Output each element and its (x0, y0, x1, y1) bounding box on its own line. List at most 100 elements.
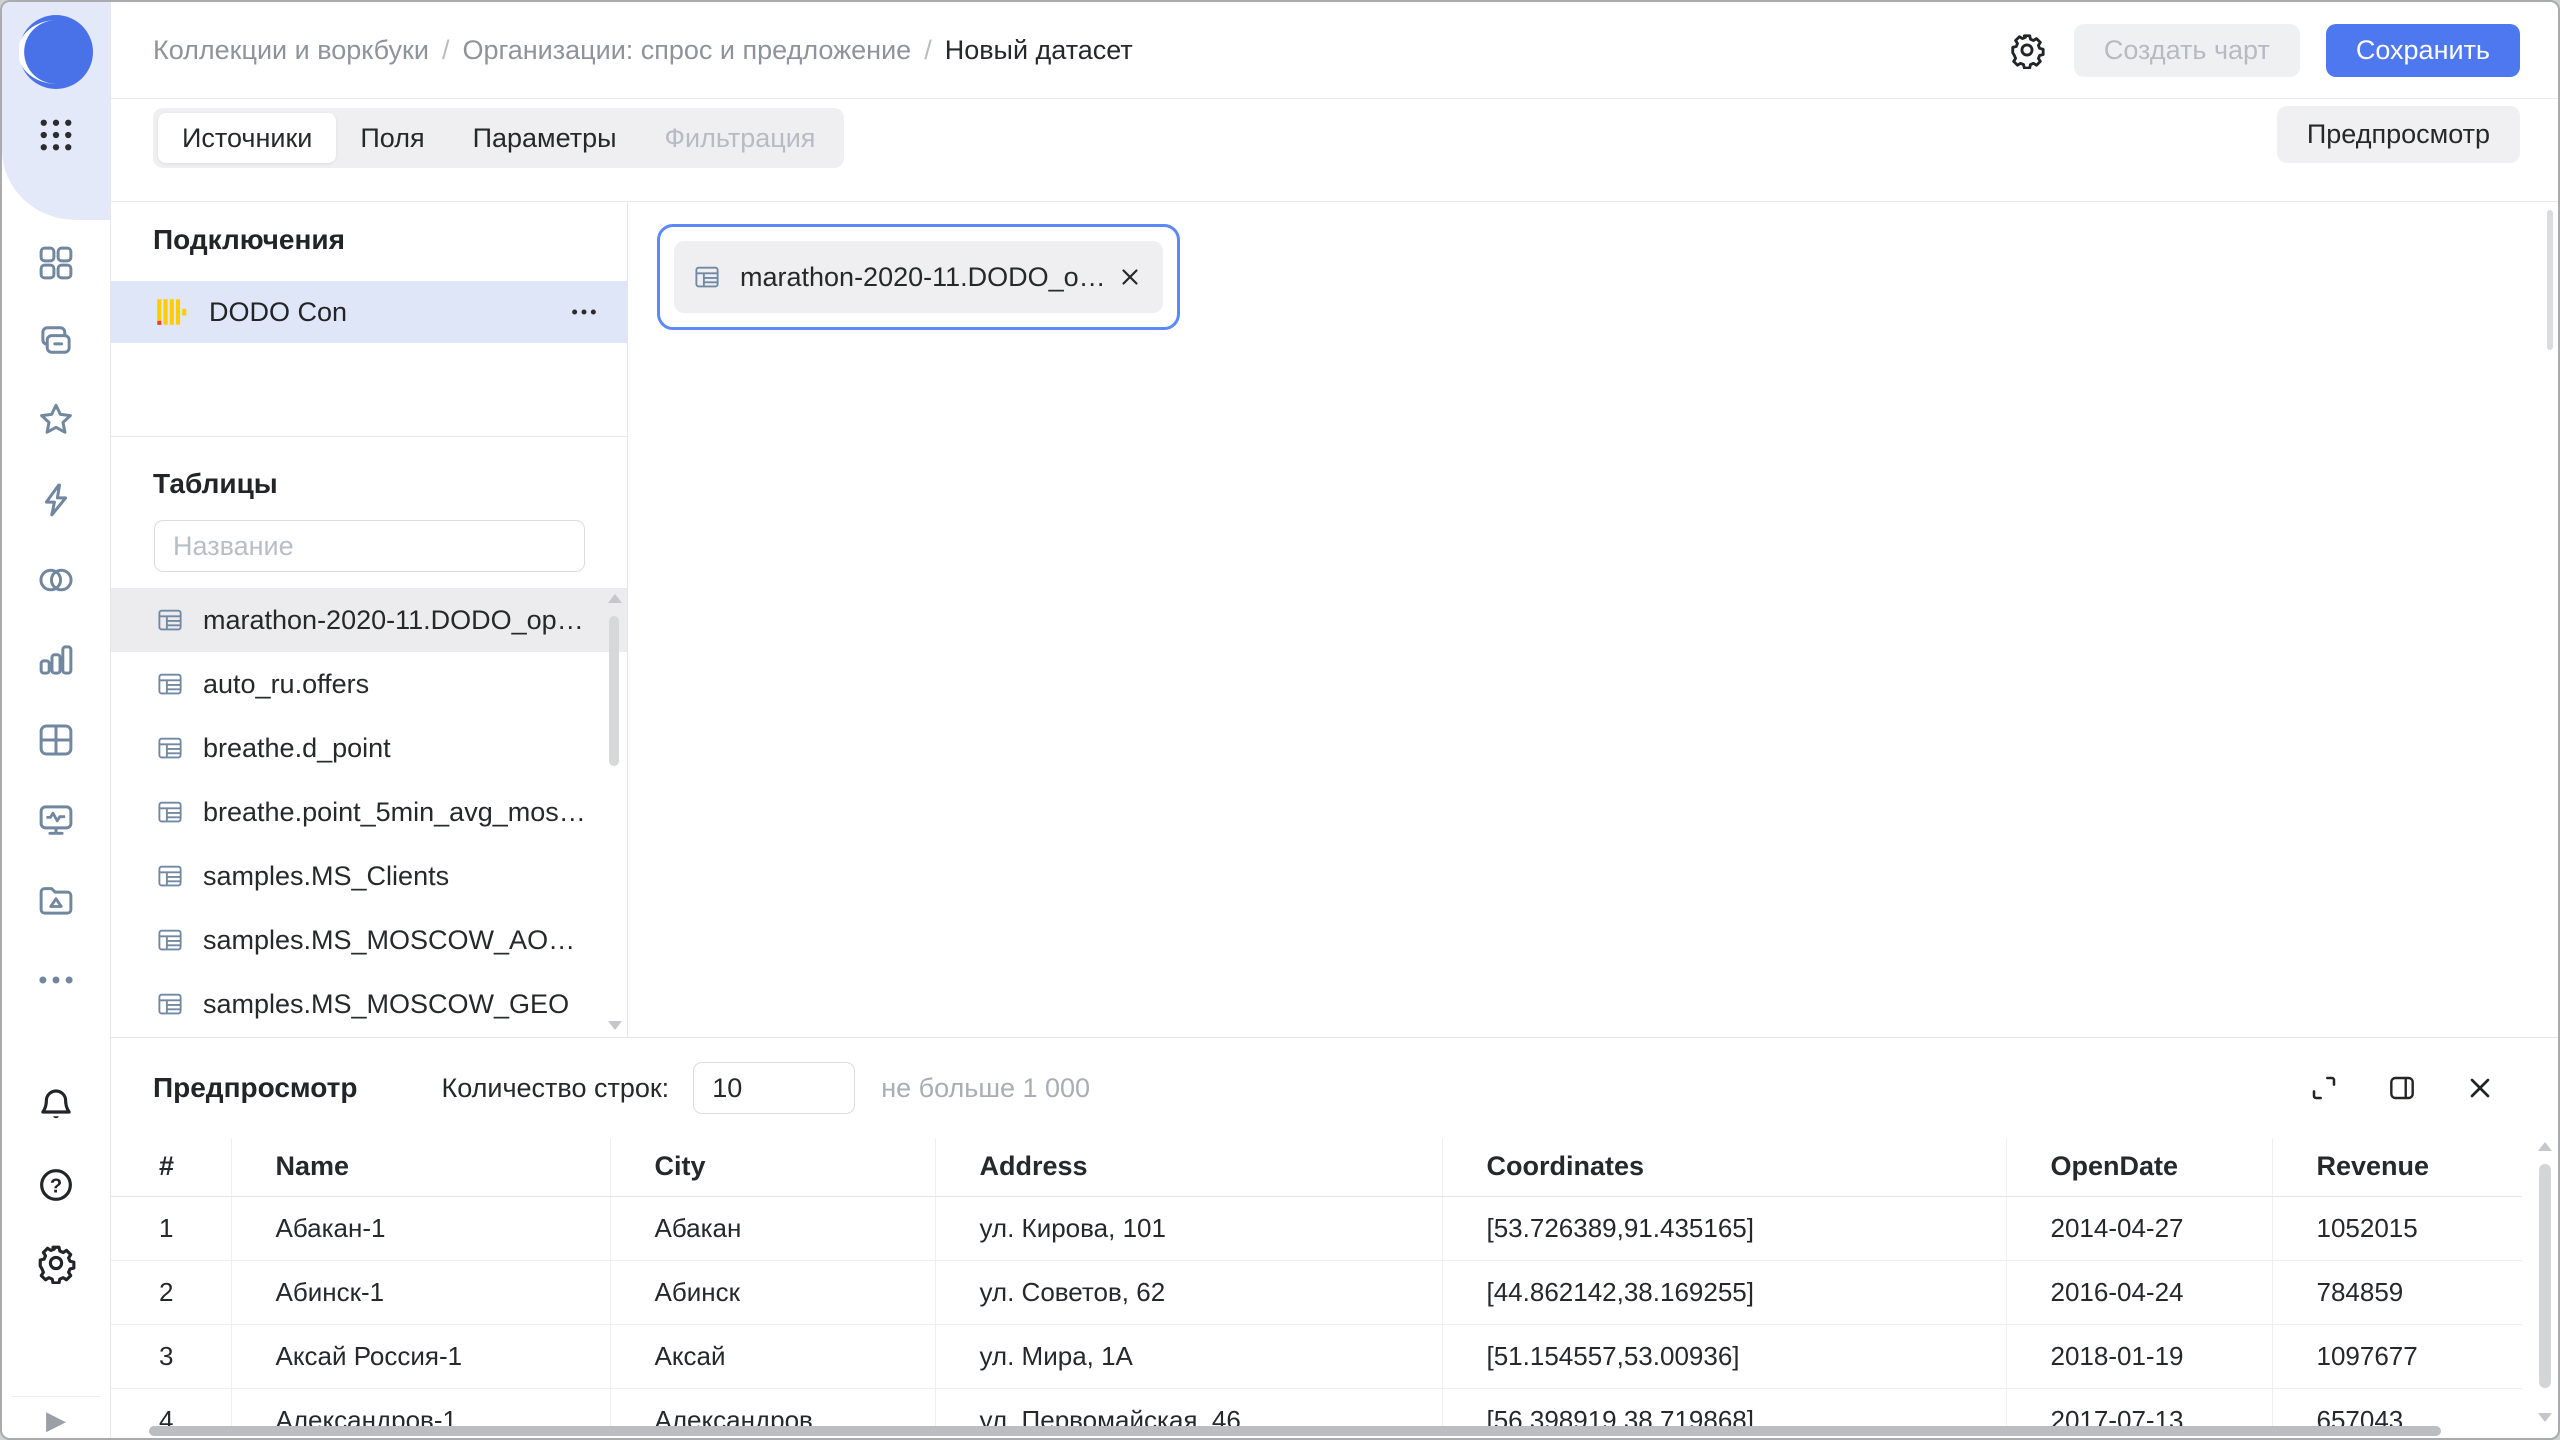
table-list-item-label: breathe.point_5min_avg_mos_… (203, 797, 587, 828)
sources-canvas: marathon-2020-11.DODO_o… (629, 202, 2558, 1037)
table-cell: Аксай (610, 1324, 935, 1388)
table-icon (155, 797, 185, 827)
create-chart-button[interactable]: Создать чарт (2074, 24, 2300, 77)
table-list-item[interactable]: samples.MS_MOSCOW_GEO (111, 972, 627, 1036)
help-icon[interactable] (35, 1164, 77, 1206)
left-rail: ▶ (2, 2, 111, 1438)
save-button[interactable]: Сохранить (2326, 24, 2520, 77)
connection-name: DODO Con (209, 297, 569, 328)
table-cell: 1 (111, 1196, 231, 1260)
table-list-item-label: marathon-2020-11.DODO_ope… (203, 605, 587, 636)
table-cell: 2016-04-24 (2006, 1260, 2272, 1324)
more-ellipsis-icon[interactable] (35, 959, 77, 1001)
breadcrumb-item-1[interactable]: Коллекции и воркбуки (153, 35, 429, 66)
table-search-input[interactable] (154, 520, 585, 572)
settings-gear-icon-rail[interactable] (35, 1242, 77, 1284)
preview-horizontal-scrollbar[interactable] (149, 1426, 2512, 1437)
table-cell: 1097677 (2272, 1324, 2522, 1388)
canvas-scrollbar-thumb[interactable] (2547, 210, 2553, 350)
table-list-item-label: samples.MS_MOSCOW_GEO (203, 989, 569, 1020)
connection-item-dodo-con[interactable]: DODO Con (111, 281, 627, 343)
table-icon (155, 861, 185, 891)
storage-folder-icon[interactable] (35, 879, 77, 921)
apps-grid-icon[interactable] (35, 114, 77, 156)
table-icon (155, 989, 185, 1019)
table-cell: Аксай Россия-1 (231, 1324, 610, 1388)
table-icon (155, 925, 185, 955)
table-cell: 2 (111, 1260, 231, 1324)
table-cell: 3 (111, 1324, 231, 1388)
preview-actions (2308, 1068, 2504, 1108)
tab-filtering[interactable]: Фильтрация (641, 113, 840, 163)
notification-bell-icon[interactable] (35, 1084, 77, 1126)
row-count-hint: не больше 1 000 (881, 1073, 1090, 1104)
table-list-item[interactable]: breathe.d_point (111, 716, 627, 780)
tab-sources[interactable]: Источники (158, 113, 336, 163)
scrollbar-thumb[interactable] (2539, 1164, 2551, 1388)
table-list-item-label: breathe.d_point (203, 733, 391, 764)
favorites-star-icon[interactable] (35, 399, 77, 441)
datalens-logo[interactable] (19, 15, 93, 89)
preview-toggle-button[interactable]: Предпросмотр (2277, 106, 2520, 163)
tables-list: marathon-2020-11.DODO_ope… auto_ru.offers… (111, 588, 627, 1036)
scroll-up-icon[interactable] (608, 594, 622, 603)
dataset-settings-gear-icon[interactable] (2008, 30, 2048, 70)
preview-vertical-scrollbar[interactable] (2536, 1142, 2554, 1422)
table-cell: ул. Мира, 1А (935, 1324, 1442, 1388)
dashboards-icon[interactable] (35, 719, 77, 761)
expand-preview-icon[interactable] (2308, 1068, 2348, 1108)
table-list-item[interactable]: marathon-2020-11.DODO_ope… (111, 588, 627, 652)
preview-panel: Предпросмотр Количество строк: не больше… (111, 1037, 2558, 1438)
collections-icon[interactable] (35, 319, 77, 361)
expand-sidebar-play-icon[interactable]: ▶ (2, 1402, 110, 1438)
scroll-up-icon[interactable] (2538, 1142, 2552, 1151)
table-icon (155, 669, 185, 699)
table-list-item[interactable]: samples.MS_MOSCOW_AO_G… (111, 908, 627, 972)
table-list-item[interactable]: breathe.point_5min_avg_mos_… (111, 780, 627, 844)
close-preview-icon[interactable] (2464, 1068, 2504, 1108)
selected-table-chip[interactable]: marathon-2020-11.DODO_o… (657, 224, 1180, 330)
quick-actions-bolt-icon[interactable] (35, 479, 77, 521)
column-header-revenue: Revenue (2272, 1138, 2522, 1196)
rail-divider (12, 1396, 100, 1397)
table-icon (155, 733, 185, 763)
breadcrumb-separator: / (442, 35, 450, 66)
scroll-down-icon[interactable] (608, 1021, 622, 1030)
monitoring-icon[interactable] (35, 799, 77, 841)
table-list-item[interactable]: auto_ru.offers (111, 652, 627, 716)
tables-list-scrollbar[interactable] (606, 594, 624, 1030)
connections-icon[interactable] (35, 559, 77, 601)
sources-side-panel: Подключения DODO Con Таблицы marathon-20… (111, 202, 628, 1037)
tables-title: Таблицы (153, 468, 278, 500)
column-header-num: # (111, 1138, 231, 1196)
scrollbar-thumb[interactable] (149, 1426, 2441, 1436)
top-bar: Коллекции и воркбуки / Организации: спрос … (111, 2, 2558, 99)
chip-remove-icon[interactable] (1117, 263, 1145, 291)
table-list-item-label: auto_ru.offers (203, 669, 369, 700)
scrollbar-thumb[interactable] (609, 616, 619, 766)
column-header-address: Address (935, 1138, 1442, 1196)
connection-menu-ellipsis-icon[interactable] (569, 295, 603, 329)
table-list-item-label: samples.MS_MOSCOW_AO_G… (203, 925, 587, 956)
charts-icon[interactable] (35, 639, 77, 681)
table-list-item[interactable]: samples.MS_Clients (111, 844, 627, 908)
table-cell: [53.726389,91.435165] (1442, 1196, 2006, 1260)
table-row: 3Аксай Россия-1Аксайул. Мира, 1А[51.1545… (111, 1324, 2522, 1388)
selected-table-chip-label: marathon-2020-11.DODO_o… (740, 262, 1105, 293)
table-row: 1Абакан-1Абаканул. Кирова, 101[53.726389… (111, 1196, 2522, 1260)
preview-title: Предпросмотр (153, 1072, 357, 1104)
table-cell: Абакан-1 (231, 1196, 610, 1260)
breadcrumb-item-2[interactable]: Организации: спрос и предложение (462, 35, 911, 66)
table-icon (155, 605, 185, 635)
table-cell: [51.154557,53.00936] (1442, 1324, 2006, 1388)
preview-table-wrap: #NameCityAddressCoordinatesOpenDateReven… (111, 1138, 2522, 1434)
split-view-icon[interactable] (2386, 1068, 2426, 1108)
row-count-input[interactable] (693, 1062, 855, 1114)
tab-fields[interactable]: Поля (336, 113, 448, 163)
tab-parameters[interactable]: Параметры (449, 113, 641, 163)
scroll-down-icon[interactable] (2538, 1413, 2552, 1422)
breadcrumb-separator: / (924, 35, 932, 66)
workbooks-icon[interactable] (35, 242, 77, 284)
breadcrumb: Коллекции и воркбуки / Организации: спрос … (153, 35, 1133, 66)
preview-table-header-row: #NameCityAddressCoordinatesOpenDateReven… (111, 1138, 2522, 1196)
